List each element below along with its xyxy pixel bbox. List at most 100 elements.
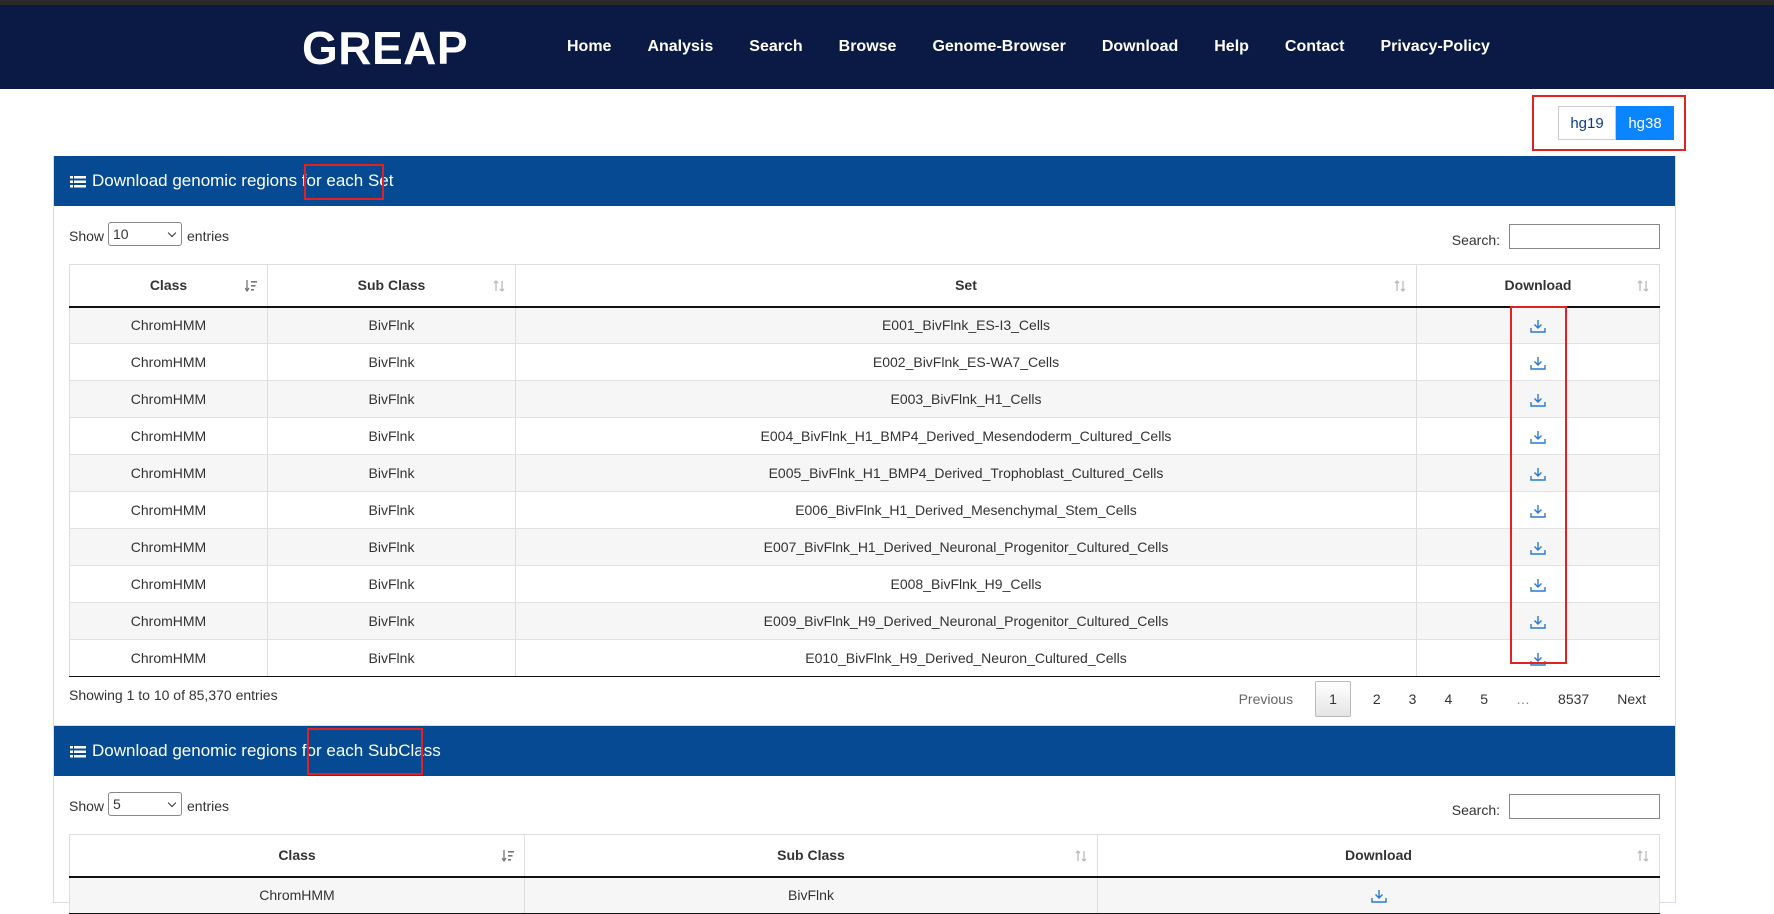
cell-subclass: BivFlnk [267,565,516,603]
cell-class: ChromHMM [69,639,268,677]
column-header-subclass[interactable]: Sub Class [524,834,1098,878]
navbar: GREAP Home Analysis Search Browse Genome-Bro… [0,5,1774,89]
subclass-panel-header: Download genomic regions for each SubCla… [54,726,1675,776]
pagination-page-1[interactable]: 1 [1315,681,1351,717]
pagination-page-3[interactable]: 3 [1395,682,1431,716]
set-panel-header: Download genomic regions for each Set [54,156,1675,206]
cell-subclass: BivFlnk [267,380,516,418]
entries-label: entries [187,228,230,244]
table-row: ChromHMM BivFlnk E008_BivFlnk_H9_Cells [69,565,1660,603]
subclass-table-controls: Show 5 entries Search: [69,792,1660,824]
highlight-box-download-column [1510,306,1567,664]
search-label: Search: [1451,232,1500,248]
set-search-input[interactable] [1509,224,1660,249]
cell-class: ChromHMM [69,602,268,640]
nav-browse[interactable]: Browse [839,38,897,56]
cell-class: ChromHMM [69,528,268,566]
chevron-down-icon [167,798,177,808]
sort-icon [1075,849,1087,863]
cell-class: ChromHMM [69,491,268,529]
cell-set: E009_BivFlnk_H9_Derived_Neuronal_Progeni… [515,602,1417,640]
cell-set: E008_BivFlnk_H9_Cells [515,565,1417,603]
download-icon[interactable] [1370,889,1387,904]
search-label: Search: [1451,802,1500,818]
cell-set: E003_BivFlnk_H1_Cells [515,380,1417,418]
table-row: ChromHMM BivFlnk E010_BivFlnk_H9_Derived_N… [69,639,1660,677]
table-info: Showing 1 to 10 of 85,370 entries [69,687,278,703]
show-label: Show [69,798,105,814]
page-size-value: 5 [113,796,121,812]
cell-subclass: BivFlnk [267,491,516,529]
pagination-next[interactable]: Next [1603,682,1660,716]
cell-set: E010_BivFlnk_H9_Derived_Neuron_Cultured_… [515,639,1417,677]
column-header-class[interactable]: Class [69,264,268,308]
subclass-table: Class Sub Class Download ChromHMM BivFlnk [69,834,1660,914]
cell-download [1097,876,1660,914]
cell-class: ChromHMM [69,876,525,914]
subclass-panel-title: Download genomic regions for [92,741,322,760]
show-label: Show [69,228,105,244]
table-row: ChromHMM BivFlnk E004_BivFlnk_H1_BMP4_Deri… [69,417,1660,455]
table-row: ChromHMM BivFlnk E001_BivFlnk_ES-I3_Cells [69,306,1660,344]
nav-home[interactable]: Home [567,38,611,56]
set-table-controls: Show 10 entries Search: [69,222,1660,254]
highlight-box-each-subclass [307,728,423,775]
table-row: ChromHMM BivFlnk E007_BivFlnk_H1_Derived_N… [69,528,1660,566]
entries-label: entries [187,798,230,814]
cell-class: ChromHMM [69,565,268,603]
column-header-download[interactable]: Download [1416,264,1660,308]
column-header-class[interactable]: Class [69,834,525,878]
page-size-value: 10 [113,226,129,242]
set-table: Class Sub Class Set Download ChromHMM Biv… [69,264,1660,677]
table-row: ChromHMM BivFlnk E006_BivFlnk_H1_Derived_M… [69,491,1660,529]
set-download-panel: Download genomic regions for each Set Sh… [53,156,1676,726]
nav-contact[interactable]: Contact [1285,38,1345,56]
nav-search[interactable]: Search [749,38,802,56]
cell-set: E005_BivFlnk_H1_BMP4_Derived_Trophoblast… [515,454,1417,492]
nav-genome-browser[interactable]: Genome-Browser [932,38,1065,56]
pagination-page-5[interactable]: 5 [1466,682,1502,716]
nav-analysis[interactable]: Analysis [647,38,713,56]
set-table-footer: Showing 1 to 10 of 85,370 entries Previo… [69,677,1660,725]
pagination: Previous 1 2 3 4 5 … 8537 Next [1225,681,1660,717]
cell-class: ChromHMM [69,417,268,455]
cell-set: E004_BivFlnk_H1_BMP4_Derived_Mesendoderm… [515,417,1417,455]
cell-subclass: BivFlnk [267,639,516,677]
pagination-ellipsis: … [1516,691,1531,707]
cell-set: E007_BivFlnk_H1_Derived_Neuronal_Progeni… [515,528,1417,566]
nav-help[interactable]: Help [1214,38,1249,56]
table-row: ChromHMM BivFlnk E005_BivFlnk_H1_BMP4_Deri… [69,454,1660,492]
highlight-box-each-set [304,164,384,200]
sort-icon [1394,279,1406,293]
table-row: ChromHMM BivFlnk E003_BivFlnk_H1_Cells [69,380,1660,418]
column-header-subclass[interactable]: Sub Class [267,264,516,308]
sort-asc-icon [502,849,514,863]
pagination-page-4[interactable]: 4 [1430,682,1466,716]
main-nav: Home Analysis Search Browse Genome-Browser Do… [567,5,1526,89]
list-icon [70,744,86,758]
column-header-set[interactable]: Set [515,264,1417,308]
page-size-select[interactable]: 10 [108,222,182,246]
cell-class: ChromHMM [69,306,268,344]
pagination-previous[interactable]: Previous [1225,682,1315,716]
column-header-download[interactable]: Download [1097,834,1660,878]
cell-set: E002_BivFlnk_ES-WA7_Cells [515,343,1417,381]
set-panel-title: Download genomic regions for [92,171,322,190]
table-row: ChromHMM BivFlnk [69,876,1660,914]
brand-logo[interactable]: GREAP [302,23,468,73]
cell-subclass: BivFlnk [267,343,516,381]
chevron-down-icon [167,228,177,238]
page-size-select[interactable]: 5 [108,792,182,816]
nav-download[interactable]: Download [1102,38,1178,56]
cell-subclass: BivFlnk [267,528,516,566]
subclass-search-input[interactable] [1509,794,1660,819]
cell-subclass: BivFlnk [267,602,516,640]
nav-privacy-policy[interactable]: Privacy-Policy [1380,38,1489,56]
pagination-page-2[interactable]: 2 [1359,682,1395,716]
pagination-page-last[interactable]: 8537 [1544,682,1603,716]
cell-subclass: BivFlnk [267,306,516,344]
sort-icon [1637,279,1649,293]
cell-class: ChromHMM [69,454,268,492]
cell-class: ChromHMM [69,343,268,381]
sort-asc-icon [245,279,257,293]
